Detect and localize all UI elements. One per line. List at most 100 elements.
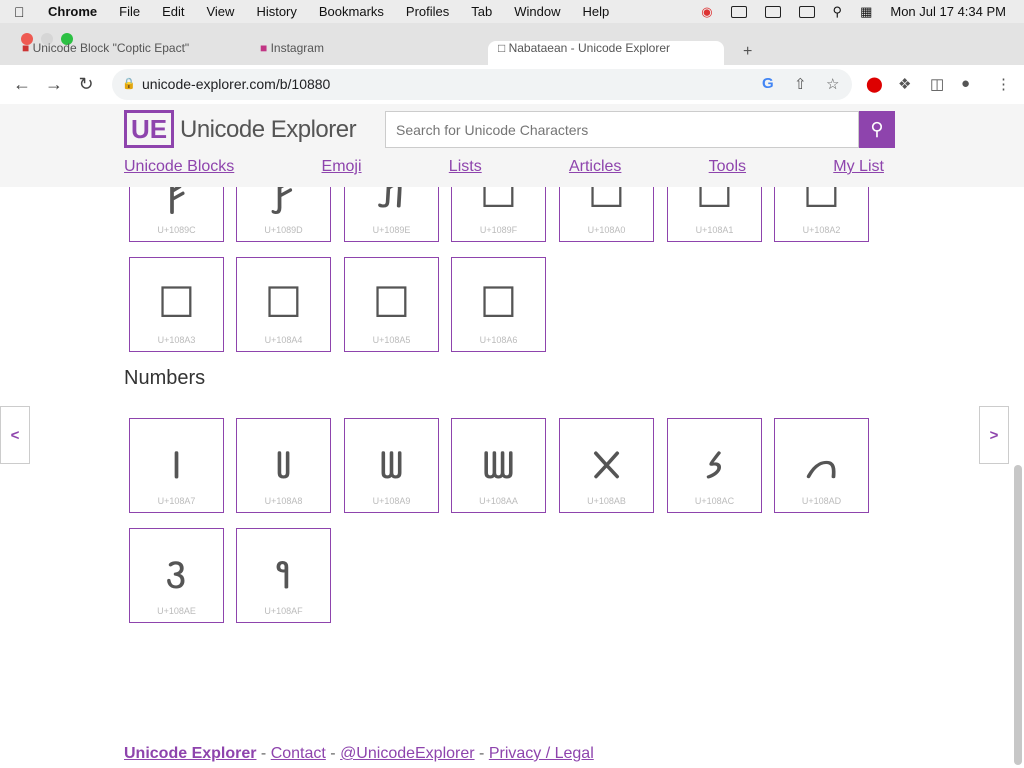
bookmark-star-icon[interactable]: ☆ xyxy=(826,75,839,93)
char-code: U+108A5 xyxy=(372,335,411,345)
char-glyph: 𐢜 xyxy=(166,187,187,217)
focus-icon[interactable]: ◉ xyxy=(701,4,712,20)
char-tile[interactable]: 𐢭 U+108AD xyxy=(774,418,869,513)
logo-mark[interactable]: UE xyxy=(124,110,174,148)
screen-icon[interactable] xyxy=(730,5,747,18)
profile-avatar-icon[interactable]: ● xyxy=(961,75,970,92)
char-code: U+108A1 xyxy=(695,225,734,235)
menu-file[interactable]: File xyxy=(119,4,140,19)
char-tile[interactable]: 𐢧 U+108A7 xyxy=(129,418,224,513)
sidebar-icon[interactable]: ◫ xyxy=(930,75,944,93)
prev-block-button[interactable]: < xyxy=(0,406,30,464)
google-icon[interactable]: G xyxy=(762,75,774,92)
char-glyph: 𐢨 xyxy=(273,439,294,488)
clock[interactable]: Mon Jul 17 4:34 PM xyxy=(890,4,1006,19)
char-glyph: 𐢪 xyxy=(480,439,517,488)
address-bar[interactable]: 🔒 unicode-explorer.com/b/10880 xyxy=(112,69,852,100)
nav-unicode-blocks[interactable]: Unicode Blocks xyxy=(124,158,234,178)
char-tile[interactable]: ☐ U+108A6 xyxy=(451,257,546,352)
menu-history[interactable]: History xyxy=(256,4,296,19)
nav-emoji[interactable]: Emoji xyxy=(322,158,362,178)
tab-favicon-icon: ■ xyxy=(22,41,30,55)
nav-tools[interactable]: Tools xyxy=(709,158,746,178)
footer-separator: - xyxy=(325,745,341,762)
share-icon[interactable]: ⇧ xyxy=(794,75,807,93)
char-tile[interactable]: ☐ U+108A1 xyxy=(667,187,762,242)
reload-icon[interactable]: ↻ xyxy=(76,74,96,95)
menu-window[interactable]: Window xyxy=(514,4,560,19)
footer-separator: - xyxy=(256,745,271,762)
site-nav: Unicode Blocks Emoji Lists Articles Tool… xyxy=(124,158,884,178)
menu-edit[interactable]: Edit xyxy=(162,4,184,19)
footer-contact-link[interactable]: Contact xyxy=(271,745,326,762)
char-tile[interactable]: 𐢫 U+108AB xyxy=(559,418,654,513)
nav-my-list[interactable]: My List xyxy=(833,158,884,178)
browser-toolbar: ← → ↻ 🔒 unicode-explorer.com/b/10880 G ⇧… xyxy=(0,65,1024,105)
char-tile[interactable]: 𐢜 U+1089C xyxy=(129,187,224,242)
tab-nabataean[interactable]: □ Nabataean - Unicode Explorer xyxy=(488,41,724,65)
char-code: U+1089D xyxy=(264,225,303,235)
char-tile[interactable]: ☐ U+108A5 xyxy=(344,257,439,352)
macos-menubar:  Chrome File Edit View History Bookmark… xyxy=(0,0,1024,23)
window-icon[interactable] xyxy=(798,5,815,18)
char-code: U+1089C xyxy=(157,225,196,235)
menu-bookmarks[interactable]: Bookmarks xyxy=(319,4,384,19)
kebab-menu-icon[interactable]: ⋮ xyxy=(996,75,1011,93)
nav-articles[interactable]: Articles xyxy=(569,158,621,178)
new-tab-icon[interactable]: + xyxy=(743,43,752,61)
footer-twitter-link[interactable]: @UnicodeExplorer xyxy=(340,745,475,762)
char-tile[interactable]: ☐ U+108A4 xyxy=(236,257,331,352)
page-scrollbar[interactable] xyxy=(1014,465,1022,765)
forward-icon[interactable]: → xyxy=(44,74,64,95)
tab-favicon-icon: □ xyxy=(498,41,506,55)
char-code: U+108A4 xyxy=(264,335,303,345)
char-tile[interactable]: 𐢮 U+108AE xyxy=(129,528,224,623)
char-code: U+108A2 xyxy=(802,225,841,235)
tab-title: Unicode Block "Coptic Epact" xyxy=(32,41,190,55)
char-tile[interactable]: 𐢪 U+108AA xyxy=(451,418,546,513)
search-icon[interactable]: ⚲ xyxy=(833,4,843,20)
tab-instagram[interactable]: ■ Instagram xyxy=(260,41,480,65)
search-input[interactable] xyxy=(386,112,858,147)
char-glyph: 𐢧 xyxy=(170,439,183,488)
tab-coptic-epact[interactable]: ■ Unicode Block "Coptic Epact" xyxy=(22,41,242,65)
apple-icon[interactable]:  xyxy=(14,4,38,20)
menu-view[interactable]: View xyxy=(206,4,234,19)
char-tile[interactable]: 𐢩 U+108A9 xyxy=(344,418,439,513)
footer-privacy-link[interactable]: Privacy / Legal xyxy=(489,745,594,762)
menu-help[interactable]: Help xyxy=(583,4,610,19)
site-footer: Unicode Explorer - Contact - @UnicodeExp… xyxy=(124,745,594,763)
char-tile[interactable]: 𐢬 U+108AC xyxy=(667,418,762,513)
control-center-icon[interactable] xyxy=(764,5,781,18)
char-tile[interactable]: 𐢯 U+108AF xyxy=(236,528,331,623)
char-glyph: 𐢬 xyxy=(705,439,724,488)
back-icon[interactable]: ← xyxy=(12,74,32,95)
menu-tab[interactable]: Tab xyxy=(471,4,492,19)
opera-extension-icon[interactable]: ⬤ xyxy=(866,75,883,93)
char-glyph: 𐢯 xyxy=(274,549,293,598)
char-tile[interactable]: ☐ U+108A2 xyxy=(774,187,869,242)
char-glyph: ☐ xyxy=(479,187,518,217)
char-glyph: 𐢫 xyxy=(591,439,622,488)
footer-brand-link[interactable]: Unicode Explorer xyxy=(124,745,256,762)
char-tile[interactable]: ☐ U+108A3 xyxy=(129,257,224,352)
tab-title: Instagram xyxy=(270,41,324,55)
menu-profiles[interactable]: Profiles xyxy=(406,4,449,19)
char-tile[interactable]: ☐ U+1089F xyxy=(451,187,546,242)
extensions-puzzle-icon[interactable]: ❖ xyxy=(898,75,911,93)
char-glyph: 𐢭 xyxy=(805,439,838,488)
nav-lists[interactable]: Lists xyxy=(449,158,482,178)
logo-text[interactable]: Unicode Explorer xyxy=(180,116,357,144)
char-tile[interactable]: ☐ U+108A0 xyxy=(559,187,654,242)
char-tile[interactable]: 𐢝 U+1089D xyxy=(236,187,331,242)
char-tile[interactable]: 𐢞 U+1089E xyxy=(344,187,439,242)
char-glyph: 𐢮 xyxy=(165,549,188,598)
toggle-icon[interactable]: ▦ xyxy=(860,4,872,20)
char-tile[interactable]: 𐢨 U+108A8 xyxy=(236,418,331,513)
char-code: U+108AB xyxy=(587,496,626,506)
search-button[interactable]: ⚲ xyxy=(859,111,895,148)
lock-icon: 🔒 xyxy=(122,78,136,90)
tab-title: Nabataean - Unicode Explorer xyxy=(508,41,671,55)
menu-app-chrome[interactable]: Chrome xyxy=(48,4,97,19)
next-block-button[interactable]: > xyxy=(979,406,1009,464)
